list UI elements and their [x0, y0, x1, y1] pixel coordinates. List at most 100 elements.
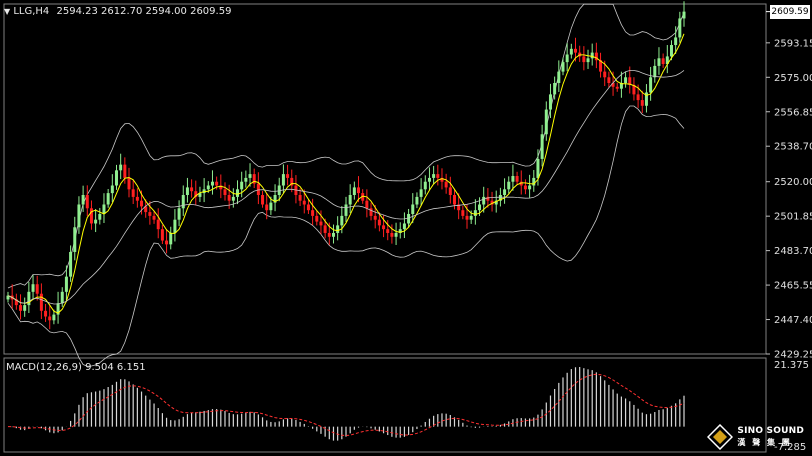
candle-body: [682, 11, 686, 19]
candle-body: [306, 204, 310, 211]
candle-body: [427, 177, 431, 182]
candle-body: [503, 189, 507, 196]
candle-body: [39, 293, 43, 311]
candle-body: [286, 174, 290, 178]
trading-chart-window[interactable]: 2593.15 2575.00 2556.85 2538.70 2520.00 2501.…: [0, 0, 812, 456]
candle-body: [653, 65, 657, 78]
candle-body: [515, 176, 519, 182]
candle-body: [177, 208, 181, 220]
candle-body: [319, 221, 323, 226]
candle-body: [624, 77, 628, 83]
candle-body: [190, 187, 194, 192]
candle-body: [236, 189, 240, 197]
candle-body: [674, 37, 678, 46]
candle-body: [152, 215, 156, 220]
price-tick-label: 2501.85: [774, 212, 812, 223]
price-tick-label: 2429.25: [774, 350, 812, 361]
brand-subtitle: 漢 聲 集 團: [737, 438, 792, 447]
candle-body: [323, 225, 327, 233]
candle-body: [390, 232, 394, 237]
price-tick-label: 2575.00: [774, 73, 812, 84]
candle-body: [73, 227, 77, 252]
candle-body: [603, 71, 607, 78]
candle-body: [231, 196, 235, 201]
candle-body: [261, 195, 265, 205]
candle-body: [357, 187, 361, 194]
candle-body: [240, 181, 244, 190]
candle-body: [331, 232, 335, 237]
candle-body: [265, 204, 269, 211]
price-chart[interactable]: 2593.15 2575.00 2556.85 2538.70 2520.00 2501.…: [0, 0, 812, 456]
candle-body: [89, 208, 93, 224]
candle-body: [402, 223, 406, 230]
candle-body: [465, 215, 469, 220]
candle-body: [173, 219, 177, 233]
moving-average-line: [7, 33, 685, 314]
candle-body: [281, 174, 285, 186]
candle-body: [94, 219, 98, 224]
bollinger-lower-band: [7, 105, 685, 367]
candle-body: [244, 177, 248, 182]
candle-body: [123, 164, 127, 178]
candle-body: [85, 195, 89, 209]
candle-body: [444, 181, 448, 188]
candle-body: [478, 204, 482, 211]
candle-body: [102, 204, 106, 214]
candle-body: [256, 183, 260, 196]
candle-body: [548, 94, 552, 110]
candle-body: [169, 232, 173, 245]
price-tick-label: 2556.85: [774, 107, 812, 118]
candle-body: [269, 202, 273, 211]
candle-body: [553, 82, 557, 95]
candle-body: [452, 195, 456, 205]
candle-body: [185, 187, 189, 196]
symbol-header: ▼ LLG,H4 2594.23 2612.70 2594.00 2609.59: [4, 6, 231, 17]
dropdown-triangle-icon[interactable]: ▼: [4, 7, 10, 16]
candle-body: [35, 284, 39, 294]
candle-body: [419, 189, 423, 197]
macd-signal-line: [7, 373, 685, 437]
candle-body: [536, 158, 540, 178]
symbol-label: LLG,H4: [13, 6, 50, 17]
candle-body: [657, 58, 661, 66]
diamond-logo-icon: [707, 424, 734, 450]
candle-body: [336, 225, 340, 233]
macd-max-label: 21.375: [774, 360, 809, 371]
price-panel-border: [3, 3, 767, 355]
price-tick-label: 2483.70: [774, 246, 812, 257]
candle-body: [582, 56, 586, 63]
candle-body: [649, 77, 653, 93]
candle-body: [386, 229, 390, 233]
candle-body: [23, 305, 27, 311]
candle-body: [528, 185, 532, 190]
candle-body: [432, 174, 436, 178]
candle-body: [344, 204, 348, 216]
price-tick-label: 2465.55: [774, 281, 812, 292]
candle-body: [557, 71, 561, 83]
candle-body: [636, 94, 640, 101]
candle-body: [523, 185, 527, 190]
candle-body: [315, 215, 319, 222]
candle-body: [156, 219, 160, 230]
candle-body: [436, 174, 440, 178]
candle-body: [19, 305, 23, 311]
candle-body: [215, 181, 219, 186]
candle-body: [365, 200, 369, 209]
candle-body: [565, 54, 569, 63]
candle-body: [119, 164, 123, 171]
candle-body: [210, 181, 214, 186]
price-tick-label: 2447.40: [774, 315, 812, 326]
candle-body: [227, 195, 231, 201]
candle-body: [423, 181, 427, 190]
price-tick-label: 2520.00: [774, 177, 812, 188]
candle-body: [590, 52, 594, 59]
candle-body: [302, 200, 306, 205]
candle-body: [461, 210, 465, 216]
candle-body: [135, 196, 139, 201]
candle-body: [340, 215, 344, 226]
candle-body: [377, 219, 381, 226]
candle-body: [127, 177, 131, 190]
candle-body: [223, 189, 227, 196]
candle-body: [77, 204, 81, 228]
candle-body: [540, 134, 544, 159]
